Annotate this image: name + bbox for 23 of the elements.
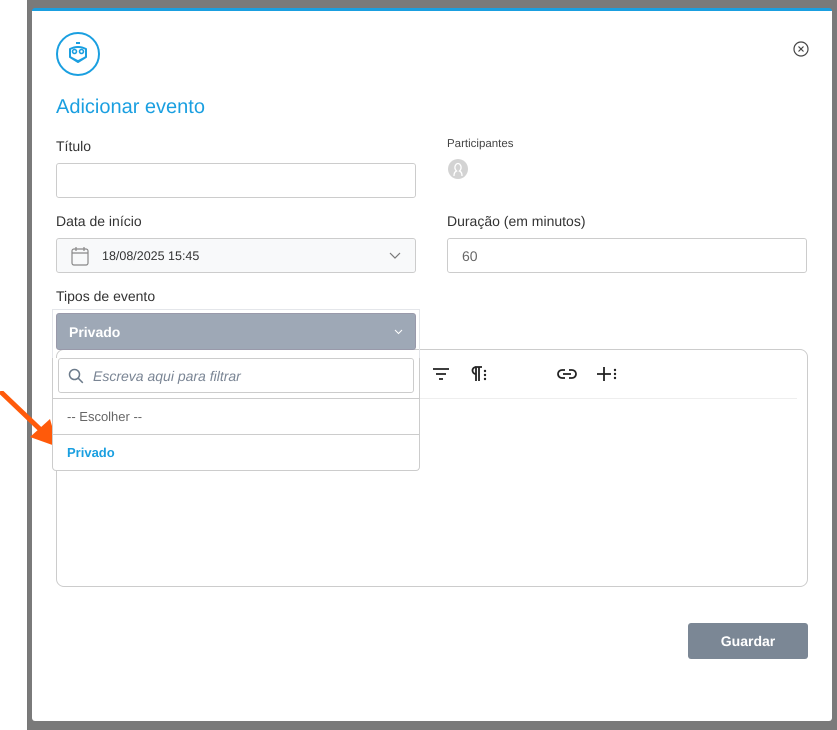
input-field[interactable]: 60 (447, 238, 807, 273)
search-icon (68, 368, 84, 384)
field-label: Título (56, 138, 92, 156)
input-field[interactable] (56, 163, 416, 198)
search-field[interactable]: Escreva aqui para filtrar (58, 358, 414, 393)
date-picker[interactable]: 18/08/2025 15:45 (56, 238, 416, 273)
plus-icon[interactable] (597, 366, 617, 382)
field-label: Data de início (56, 213, 143, 231)
logo-icon (56, 32, 100, 76)
calendar-icon (71, 246, 89, 266)
chevron-icon (394, 328, 403, 334)
field-label: Participantes (447, 138, 514, 152)
lines-icon[interactable] (433, 368, 449, 380)
dialog-title: Adicionar evento (56, 96, 206, 120)
dropdown-option[interactable]: Privado (53, 434, 419, 470)
link-icon[interactable] (557, 369, 577, 379)
chevron-icon (389, 252, 401, 260)
close-button[interactable] (793, 41, 809, 57)
save-button[interactable]: Guardar (688, 623, 808, 659)
paragraph-icon[interactable] (469, 366, 487, 382)
field-label: Tipos de evento (56, 288, 156, 306)
dropdown-option[interactable]: -- Escolher -- (53, 398, 419, 434)
field-label: Duração (em minutos) (447, 213, 586, 231)
